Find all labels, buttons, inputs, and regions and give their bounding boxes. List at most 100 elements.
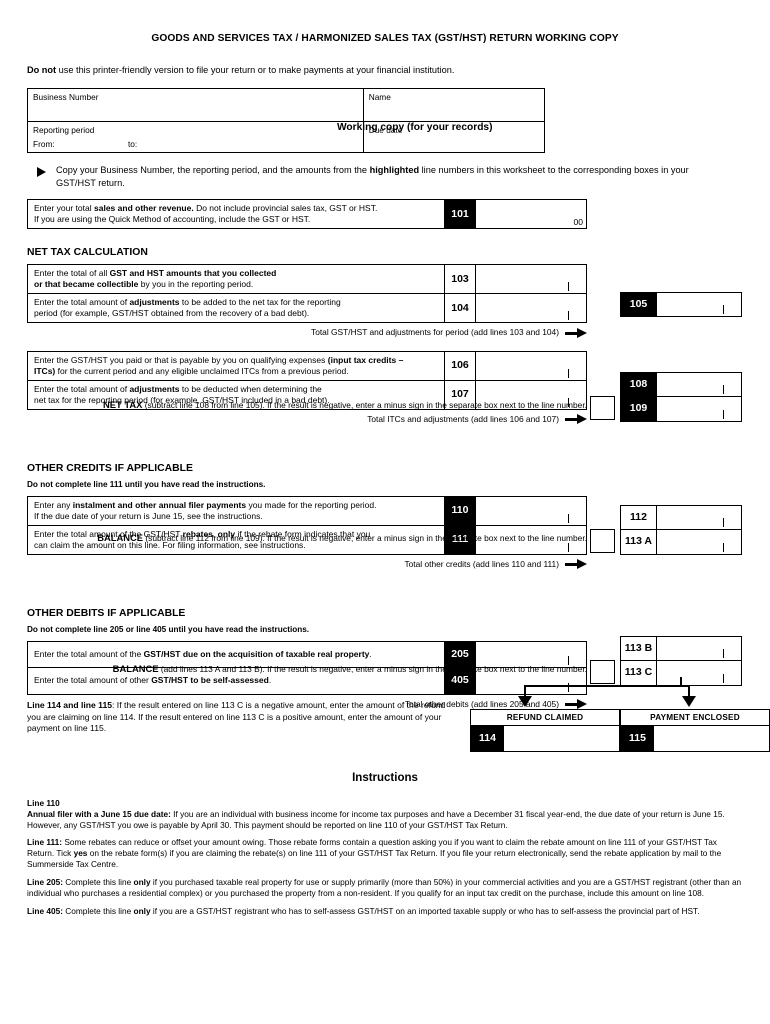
line-114-amount-field[interactable]: [504, 726, 619, 751]
copy-instruction-note: Copy your Business Number, the reporting…: [27, 164, 743, 189]
line-103-amount-field[interactable]: [476, 265, 586, 294]
line-104-row: Enter the total amount of adjustments to…: [28, 294, 586, 323]
refund-claimed-header: REFUND CLAIMED: [471, 710, 619, 727]
cents-divider: [723, 518, 724, 527]
line-101-text-1: Enter your total: [34, 203, 95, 214]
other-credits-subheading: Do not complete line 111 until you have …: [27, 479, 266, 489]
line-113a-amount-field[interactable]: [657, 530, 741, 554]
instruction-line-405-only: only: [133, 906, 151, 917]
reporting-period-from-label: From:: [33, 138, 55, 149]
cents-divider: [723, 649, 724, 658]
business-number-cell[interactable]: Business Number: [27, 88, 364, 123]
arrow-right-icon: [565, 414, 587, 425]
cents-divider: [568, 513, 569, 523]
arrow-down-icon-refund: [518, 696, 532, 707]
line-113b-amount-field[interactable]: [657, 637, 741, 660]
line-number-105: 105: [621, 293, 657, 316]
line-number-109: 109: [621, 397, 657, 421]
line-106-amount-field[interactable]: [476, 351, 586, 380]
note-highlighted: highlighted: [369, 165, 420, 176]
line-110-text-3: If the due date of your return is June 1…: [34, 510, 263, 521]
box-112: 112: [621, 506, 741, 530]
line-110-row: Enter any instalment and other annual fi…: [28, 496, 586, 526]
table-row: Business Number Name: [27, 88, 546, 123]
other-debits-subheading: Do not complete line 205 or line 405 unt…: [27, 624, 310, 634]
instructions-title: Instructions: [352, 772, 418, 785]
instruction-line-405-text-1: Complete this line: [62, 906, 134, 917]
cents-divider: [723, 385, 724, 394]
box-stack-108-109: 108 109: [620, 372, 742, 422]
line-109-sign-field[interactable]: [590, 396, 615, 420]
line-103-text-2: by you in the reporting period.: [138, 279, 254, 290]
line-104-text-1: Enter the total amount of: [34, 297, 130, 308]
instructions-body: Line 110 Annual filer with a June 15 due…: [27, 798, 743, 917]
line-115-amount-field[interactable]: [654, 726, 769, 751]
section-heading-net-tax: NET TAX CALCULATION: [27, 247, 148, 259]
line-101-text-3: If you are using the Quick Method of acc…: [34, 214, 311, 225]
line-103-bold-1: GST and HST amounts that you collected: [109, 268, 277, 279]
cents-divider: [723, 543, 724, 552]
box-105: 105: [620, 292, 742, 317]
line-104-amount-field[interactable]: [476, 294, 586, 323]
total-105-label: Total GST/HST and adjustments for period…: [311, 327, 559, 338]
line-113a-sign-field[interactable]: [590, 529, 615, 553]
connector-stub-113c: [680, 677, 682, 686]
section-heading-other-debits: OTHER DEBITS IF APPLICABLE: [27, 607, 186, 619]
line-108-amount-field[interactable]: [657, 373, 741, 396]
box-113b: 113 B: [621, 637, 741, 661]
line-number-108: 108: [621, 373, 657, 396]
line-106-description: Enter the GST/HST you paid or that is pa…: [28, 351, 445, 380]
copy-instruction-text: Copy your Business Number, the reporting…: [56, 164, 696, 189]
line-103-text-1: Enter the total of all: [34, 268, 110, 279]
triangle-right-icon: [37, 167, 46, 178]
line-105-amount-field[interactable]: [657, 293, 741, 316]
instruction-line-110: Annual filer with a June 15 due date: If…: [27, 809, 743, 831]
line-110-text-2: you made for the reporting period.: [246, 499, 377, 510]
line-number-113c: 113 C: [621, 661, 657, 685]
line-101-group: Enter your total sales and other revenue…: [27, 199, 587, 230]
refund-claimed-box: REFUND CLAIMED 114: [470, 709, 620, 753]
line-104-bold: adjustments: [129, 297, 180, 308]
note-part-1: Copy your Business Number, the reporting…: [56, 165, 370, 176]
instruction-line-205: Line 205: Complete this line only if you…: [27, 877, 743, 899]
do-not-emphasis: Do not: [27, 64, 57, 75]
line-110-bold: instalment and other annual filer paymen…: [72, 499, 247, 510]
net-tax-lines-group: Enter the total of all GST and HST amoun…: [27, 264, 587, 324]
line-110-text-1: Enter any: [34, 499, 73, 510]
line-114-115-instruction: Line 114 and line 115: If the result ent…: [27, 700, 457, 735]
name-cell[interactable]: Name: [362, 88, 546, 123]
instruction-line-405-bold: Line 405:: [27, 906, 63, 917]
line-109-amount-field[interactable]: [657, 397, 741, 421]
balance-113a-label: BALANCE: [97, 532, 144, 543]
line-405-text-1: Enter the total amount of other: [34, 675, 152, 686]
arrow-right-icon: [565, 699, 587, 709]
line-113c-amount-field[interactable]: [657, 661, 741, 685]
do-not-text: use this printer-friendly version to fil…: [56, 64, 455, 75]
line-114-115-label: Line 114 and line 115: [27, 700, 113, 710]
line-number-110: 110: [445, 496, 476, 525]
line-number-113a: 113 A: [621, 530, 657, 554]
instruction-line-405-text-2: if you are a GST/HST registrant who has …: [150, 906, 700, 917]
box-109: 109: [621, 397, 741, 421]
line-103-row: Enter the total of all GST and HST amoun…: [28, 265, 586, 295]
instruction-line-405: Line 405: Complete this line only if you…: [27, 906, 743, 917]
cents-divider: [568, 368, 569, 378]
balance-113a-instruction: (subtract line 112 from line 109). If th…: [143, 533, 587, 543]
line-number-113b: 113 B: [621, 637, 657, 660]
line-101-amount-field[interactable]: 00: [476, 200, 586, 229]
identification-table: Business Number Name Reporting period Fr…: [27, 88, 546, 154]
net-tax-caption: NET TAX (subtract line 108 from line 105…: [60, 399, 587, 411]
line-113c-sign-field[interactable]: [590, 660, 615, 684]
cents-divider: [568, 282, 569, 292]
line-number-101: 101: [445, 200, 476, 229]
page-title: GOODS AND SERVICES TAX / HARMONIZED SALE…: [151, 33, 619, 44]
line-110-amount-field[interactable]: [476, 496, 586, 525]
reporting-period-cell[interactable]: Reporting period From: to:: [27, 121, 364, 154]
line-101-bold: sales and other revenue.: [94, 203, 194, 214]
line-106-bold-2: ITCs): [34, 365, 56, 376]
name-label: Name: [368, 92, 391, 103]
line-106-row: Enter the GST/HST you paid or that is pa…: [28, 351, 586, 381]
box-108: 108: [621, 373, 741, 397]
line-112-amount-field[interactable]: [657, 506, 741, 529]
section-heading-other-credits: OTHER CREDITS IF APPLICABLE: [27, 462, 193, 474]
